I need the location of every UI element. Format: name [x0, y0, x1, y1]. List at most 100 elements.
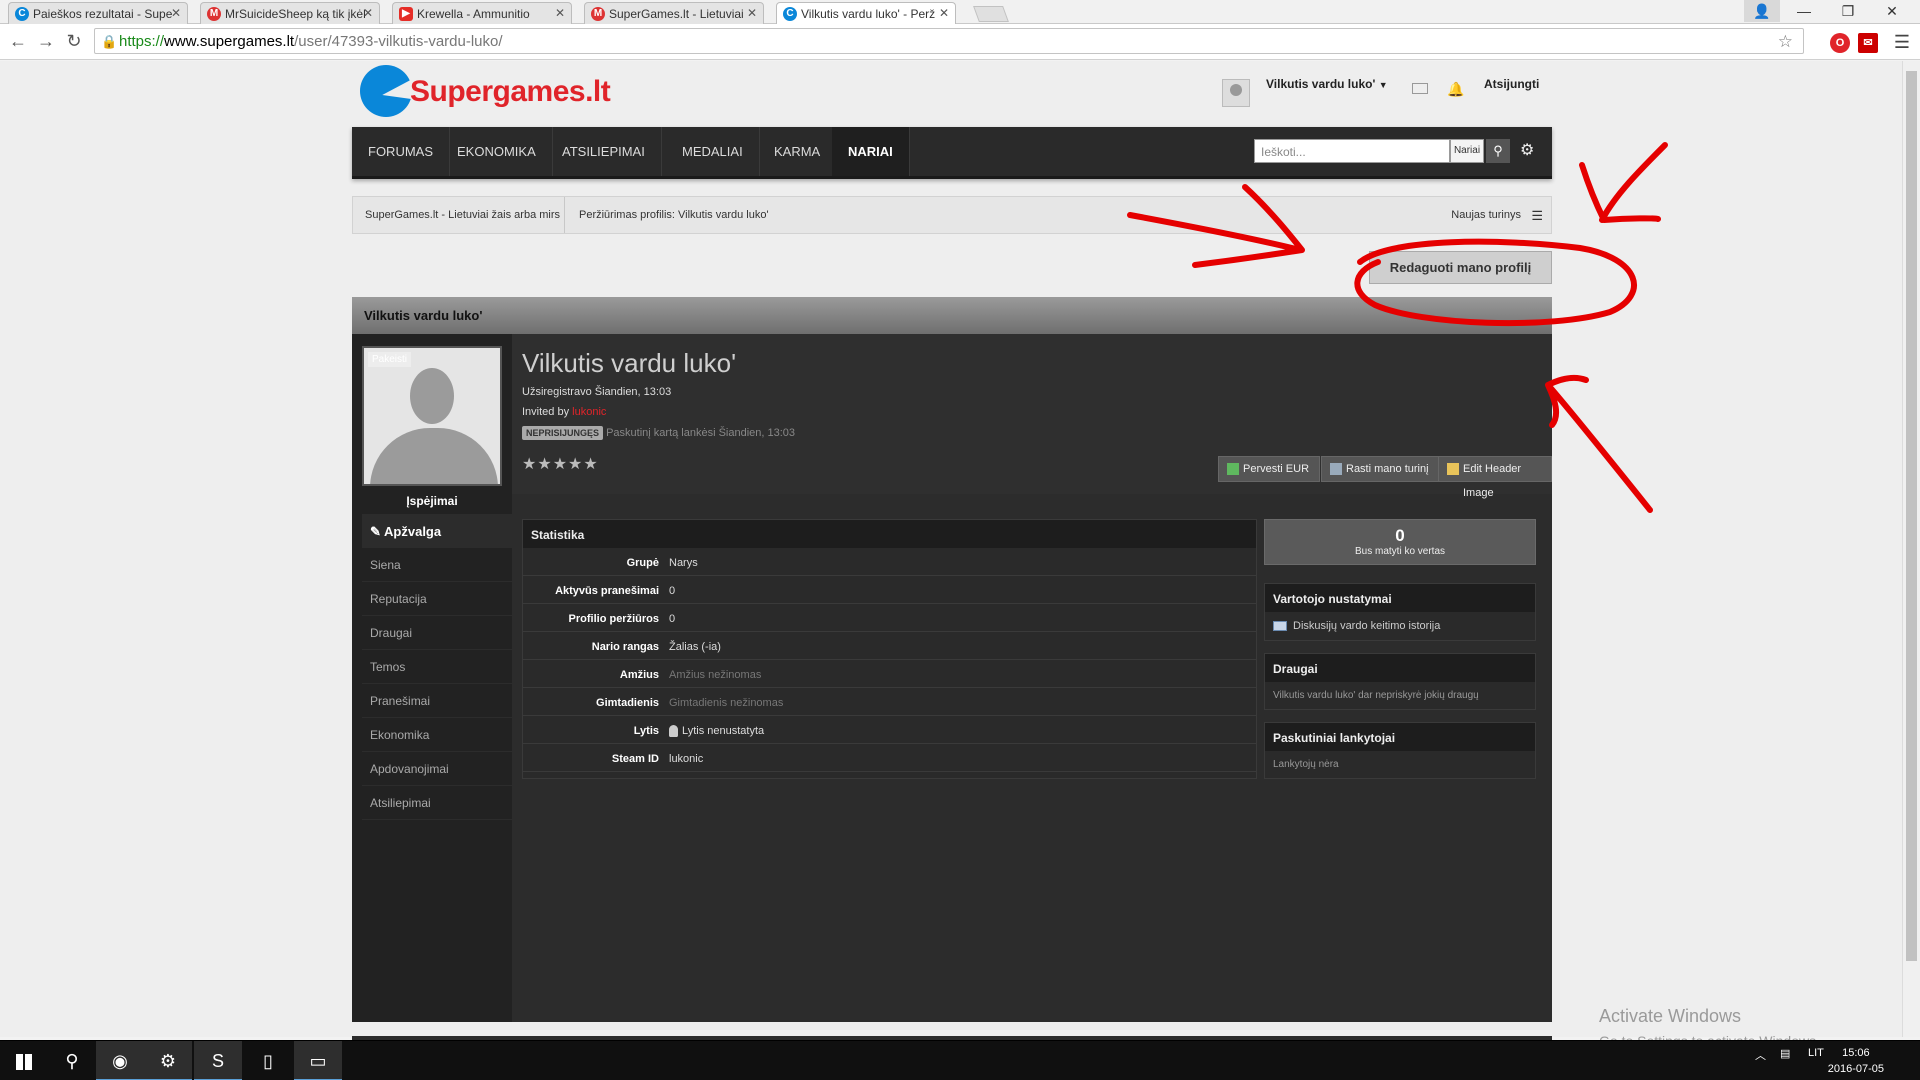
chrome-taskbar-icon[interactable]: ◉ — [96, 1041, 144, 1080]
sidenav-item-topics[interactable]: Temos — [362, 650, 512, 684]
user-menu[interactable]: Vilkutis vardu luko' ▼ — [1266, 77, 1388, 91]
clock-time: 15:06 — [1842, 1047, 1870, 1059]
sidenav-item-posts[interactable]: Pranešimai — [362, 684, 512, 718]
stat-key: Nario rangas — [591, 641, 659, 653]
close-tab-icon[interactable]: ✕ — [171, 6, 181, 20]
browser-tab-active[interactable]: C Vilkutis vardu luko' - Perž ✕ — [776, 2, 956, 24]
steam-taskbar-icon[interactable]: ⚙ — [144, 1041, 192, 1080]
restore-button[interactable]: ❐ — [1830, 0, 1866, 22]
sidenav-item-economy[interactable]: Ekonomika — [362, 718, 512, 752]
pencil-icon: ✎ — [370, 524, 385, 539]
document-taskbar-icon[interactable]: ▯ — [244, 1041, 292, 1080]
search-scope-select[interactable]: Nariai — [1450, 139, 1484, 163]
reputation-value: 0 — [1395, 526, 1405, 545]
browser-tab[interactable]: M MrSuicideSheep ką tik įkėl ✕ — [200, 2, 380, 24]
reload-icon[interactable]: ↻ — [62, 31, 86, 52]
recent-visitors-title: Paskutiniai lankytojai — [1265, 723, 1535, 751]
forward-icon[interactable]: → — [34, 31, 58, 52]
sidenav-item-awards[interactable]: Apdovanojimai — [362, 752, 512, 786]
tray-chevron-up-icon[interactable]: ︿ — [1755, 1047, 1766, 1063]
gear-icon[interactable]: ⚙ — [1520, 140, 1534, 160]
bookmark-star-icon[interactable]: ☆ — [1778, 32, 1793, 52]
close-tab-icon[interactable]: ✕ — [363, 6, 373, 20]
browser-tab[interactable]: M SuperGames.lt - Lietuviai ✕ — [584, 2, 764, 24]
browser-tab[interactable]: C Paieškos rezultatai - Supe ✕ — [8, 2, 188, 24]
search-input[interactable]: Ieškoti... — [1254, 139, 1450, 163]
search-icon[interactable]: ⚲ — [48, 1041, 96, 1080]
edit-profile-button[interactable]: Redaguoti mano profilį — [1369, 251, 1552, 284]
last-visit: Paskutinį kartą lankėsi Šiandien, 13:03 — [606, 427, 796, 439]
nav-item-nariai[interactable]: NARIAI — [832, 127, 910, 176]
profile-sidenav: ✎ Apžvalga Siena Reputacija Draugai Temo… — [362, 514, 512, 820]
profile-photo[interactable]: Pakeisti — [362, 346, 502, 486]
money-icon — [1227, 463, 1239, 475]
warnings-link[interactable]: Įspėjimai — [352, 494, 512, 508]
start-button[interactable] — [0, 1041, 48, 1080]
tab-title: Paieškos rezultatai - Supe — [33, 7, 173, 21]
profile-left-column: Pakeisti Įspėjimai ✎ Apžvalga Siena Repu… — [352, 334, 512, 1022]
stat-key: Amžius — [619, 669, 659, 681]
address-bar[interactable]: 🔒 https://www.supergames.lt/user/47393-v… — [94, 28, 1804, 54]
page-scrollbar[interactable] — [1902, 61, 1920, 1037]
sidenav-item-feedback[interactable]: Atsiliepimai — [362, 786, 512, 820]
breadcrumb-home[interactable]: SuperGames.lt - Lietuviai žais arba mirs — [365, 209, 560, 221]
user-menu-name: Vilkutis vardu luko' — [1266, 77, 1376, 91]
back-icon[interactable]: ← — [6, 31, 30, 52]
clock-date: 2016-07-05 — [1827, 1063, 1884, 1075]
find-content-label: Rasti mano turinį — [1346, 463, 1429, 475]
stat-key: Lytis — [633, 725, 659, 737]
edit-header-image-button[interactable]: Edit Header Image — [1438, 456, 1552, 499]
notification-center-icon[interactable]: ▤ — [1780, 1047, 1790, 1060]
main-navbar: FORUMAS EKONOMIKA ATSILIEPIMAI MEDALIAI … — [352, 127, 1552, 179]
system-clock[interactable]: 15:06 2016-07-05 — [1828, 1045, 1884, 1077]
minimize-button[interactable]: — — [1786, 0, 1822, 22]
close-window-button[interactable]: ✕ — [1874, 0, 1910, 22]
windows-taskbar: ⚲ ◉ ⚙ S ▯ ▭ ︿ ▤ LIT 15:06 2016-07-05 — [0, 1040, 1920, 1080]
sidenav-item-reputation[interactable]: Reputacija — [362, 582, 512, 616]
profile-body: Pakeisti Įspėjimai ✎ Apžvalga Siena Repu… — [352, 334, 1552, 1022]
close-tab-icon[interactable]: ✕ — [939, 6, 949, 20]
profile-icon[interactable]: 👤 — [1744, 0, 1780, 22]
close-tab-icon[interactable]: ✕ — [555, 6, 565, 20]
inviter-link[interactable]: lukonic — [572, 406, 606, 418]
nav-item-karma[interactable]: KARMA — [758, 127, 838, 176]
name-history-link[interactable]: Diskusijų vardo keitimo istorija — [1265, 612, 1535, 640]
transfer-eur-button[interactable]: Pervesti EUR — [1218, 456, 1321, 482]
stat-row: Grupė Narys — [523, 548, 1256, 576]
browser-menu-icon[interactable]: ☰ — [1894, 32, 1910, 53]
url-host: www.supergames.lt — [164, 33, 295, 50]
input-language[interactable]: LIT — [1808, 1047, 1824, 1059]
lock-icon: 🔒 — [101, 34, 118, 49]
skype-taskbar-icon[interactable]: S — [194, 1041, 242, 1080]
new-tab-button[interactable] — [973, 6, 1009, 22]
messages-icon[interactable] — [1412, 83, 1428, 94]
sidenav-item-friends[interactable]: Draugai — [362, 616, 512, 650]
nav-item-ekonomika[interactable]: EKONOMIKA — [441, 127, 553, 176]
online-status: NEPRISIJUNGĘS Paskutinį kartą lankėsi Ši… — [522, 426, 795, 440]
mail-extension-icon[interactable]: ✉ — [1858, 33, 1878, 53]
nav-item-medaliai[interactable]: MEDALIAI — [666, 127, 760, 176]
find-content-button[interactable]: Rasti mano turinį — [1321, 456, 1440, 482]
user-avatar[interactable] — [1222, 79, 1250, 107]
logout-link[interactable]: Atsijungti — [1484, 77, 1539, 91]
notifications-bell-icon[interactable]: 🔔 — [1447, 81, 1464, 98]
search-icon[interactable]: ⚲ — [1486, 139, 1510, 163]
list-icon[interactable]: ☰ — [1531, 208, 1543, 224]
folder-taskbar-icon[interactable]: ▭ — [294, 1041, 342, 1080]
rating-stars[interactable]: ★★★★★ — [522, 454, 599, 474]
invited-by: Invited by lukonic — [522, 406, 606, 418]
find-content-icon — [1330, 463, 1342, 475]
browser-tab[interactable]: ▶ Krewella - Ammunitio ✕ — [392, 2, 572, 24]
nav-item-forumas[interactable]: FORUMAS — [352, 127, 450, 176]
scrollbar-thumb[interactable] — [1906, 71, 1917, 961]
nav-item-atsiliepimai[interactable]: ATSILIEPIMAI — [546, 127, 662, 176]
sidenav-item-wall[interactable]: Siena — [362, 548, 512, 582]
opera-extension-icon[interactable]: O — [1830, 33, 1850, 53]
close-tab-icon[interactable]: ✕ — [747, 6, 757, 20]
change-photo-link[interactable]: Pakeisti — [368, 352, 412, 367]
sidenav-item-overview[interactable]: ✎ Apžvalga — [362, 514, 512, 548]
site-favicon-icon: C — [15, 7, 29, 21]
new-content-link[interactable]: Naujas turinys — [1451, 209, 1521, 221]
friends-box: Draugai Vilkutis vardu luko' dar neprisk… — [1264, 653, 1536, 710]
stat-value: Amžius nežinomas — [669, 669, 762, 681]
